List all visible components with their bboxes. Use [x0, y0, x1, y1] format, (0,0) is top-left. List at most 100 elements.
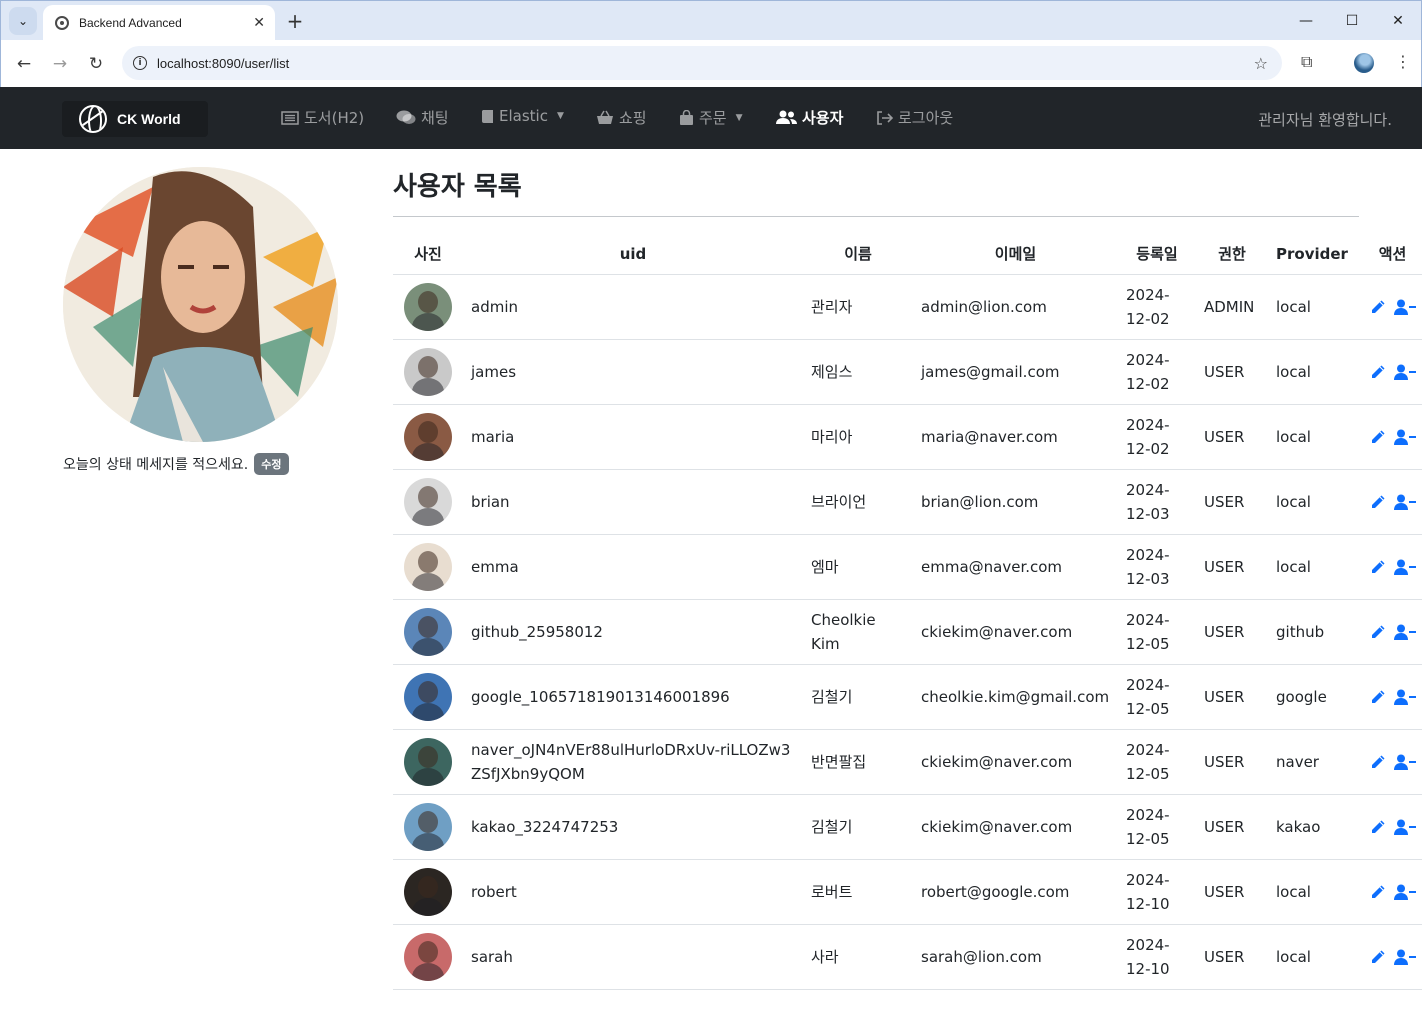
pencil-icon[interactable]	[1370, 949, 1386, 965]
uid-cell: emma	[463, 534, 803, 600]
photo-cell	[393, 794, 463, 860]
date-monthday: 12-10	[1126, 894, 1170, 913]
uid-cell: maria	[463, 404, 803, 470]
name-cell: 사라	[803, 924, 913, 990]
action-cell	[1356, 534, 1422, 600]
pencil-icon[interactable]	[1370, 494, 1386, 510]
email-cell: ckiekim@naver.com	[913, 599, 1118, 665]
tab-search-dropdown-icon[interactable]: ⌄	[9, 7, 37, 35]
action-cell	[1356, 469, 1422, 535]
user-minus-icon[interactable]	[1393, 754, 1416, 770]
nav-link-users[interactable]: 사용자	[776, 107, 843, 128]
photo-cell	[393, 664, 463, 730]
nav-link-logout-label: 로그아웃	[898, 109, 954, 127]
user-minus-icon[interactable]	[1393, 559, 1416, 575]
nav-link-elastic[interactable]: Elastic ▼	[481, 107, 564, 125]
nav-link-logout[interactable]: 로그아웃	[876, 107, 953, 128]
table-header-row: 사진 uid 이름 이메일 등록일 권한 Provider 액션	[393, 234, 1422, 275]
date-cell: 2024- 12-03	[1118, 469, 1196, 535]
minimize-icon[interactable]: —	[1291, 7, 1321, 35]
bookmark-star-icon[interactable]: ☆	[1254, 54, 1268, 73]
extensions-puzzle-icon[interactable]: ⧉	[1301, 52, 1312, 72]
email-cell: ckiekim@naver.com	[913, 794, 1118, 860]
url-text[interactable]: localhost:8090/user/list	[157, 56, 1254, 71]
pencil-icon[interactable]	[1370, 819, 1386, 835]
pencil-icon[interactable]	[1370, 624, 1386, 640]
nav-link-shopping-label: 쇼핑	[619, 109, 647, 127]
email-cell: admin@lion.com	[913, 274, 1118, 340]
users-table: 사진 uid 이름 이메일 등록일 권한 Provider 액션 admin 관리…	[393, 234, 1422, 990]
role-cell: USER	[1196, 794, 1268, 860]
name-cell: Cheolkie Kim	[803, 599, 913, 665]
avatar	[404, 672, 452, 721]
date-year: 2024-	[1126, 350, 1170, 369]
user-minus-icon[interactable]	[1393, 689, 1416, 705]
column-header: uid	[463, 234, 803, 275]
action-cell	[1356, 924, 1422, 990]
nav-link-orders[interactable]: 주문 ▼	[679, 107, 743, 128]
brand-link[interactable]: CK World	[62, 101, 208, 137]
window-close-icon[interactable]: ✕	[1383, 7, 1413, 35]
role-cell: USER	[1196, 404, 1268, 470]
nav-link-shopping[interactable]: 쇼핑	[596, 107, 647, 128]
pencil-icon[interactable]	[1370, 364, 1386, 380]
user-minus-icon[interactable]	[1393, 299, 1416, 315]
table-row: maria 마리아 maria@naver.com 2024- 12-02 USER loc…	[393, 404, 1422, 470]
forward-arrow-icon[interactable]: →	[46, 50, 74, 78]
column-header: 권한	[1196, 234, 1268, 275]
table-row: admin 관리자 admin@lion.com 2024- 12-02 ADMIN loc…	[393, 274, 1422, 340]
edit-status-badge[interactable]: 수정	[254, 453, 289, 475]
email-cell: cheolkie.kim@gmail.com	[913, 664, 1118, 730]
photo-cell	[393, 339, 463, 405]
tab-close-icon[interactable]: ✕	[253, 15, 265, 31]
nav-link-chat[interactable]: 채팅	[396, 107, 449, 128]
nav-link-books[interactable]: 도서(H2)	[281, 107, 364, 128]
profile-avatar-icon[interactable]	[1354, 53, 1374, 73]
role-cell: USER	[1196, 664, 1268, 730]
user-minus-icon[interactable]	[1393, 819, 1416, 835]
reload-icon[interactable]: ↻	[82, 50, 110, 78]
role-cell: USER	[1196, 599, 1268, 665]
uid-cell: kakao_3224747253	[463, 794, 803, 860]
photo-cell	[393, 534, 463, 600]
user-minus-icon[interactable]	[1393, 364, 1416, 380]
site-info-icon[interactable]: i	[133, 56, 147, 70]
avatar	[404, 347, 452, 396]
logout-icon	[877, 110, 893, 125]
pencil-icon[interactable]	[1370, 299, 1386, 315]
pencil-icon[interactable]	[1370, 884, 1386, 900]
avatar	[404, 477, 452, 526]
role-cell: USER	[1196, 339, 1268, 405]
user-minus-icon[interactable]	[1393, 624, 1416, 640]
avatar	[404, 802, 452, 851]
pencil-icon[interactable]	[1370, 429, 1386, 445]
email-cell: maria@naver.com	[913, 404, 1118, 470]
browser-menu-icon[interactable]: ⋮	[1395, 52, 1411, 71]
user-minus-icon[interactable]	[1393, 429, 1416, 445]
browser-tab-strip: ⌄ Backend Advanced ✕ + — ☐ ✕	[0, 0, 1422, 41]
date-cell: 2024- 12-10	[1118, 924, 1196, 990]
address-bar[interactable]: i localhost:8090/user/list ☆	[122, 46, 1282, 80]
avatar	[404, 282, 452, 331]
date-year: 2024-	[1126, 870, 1170, 889]
back-arrow-icon[interactable]: ←	[10, 50, 38, 78]
table-row: emma 엠마 emma@naver.com 2024- 12-03 USER local	[393, 534, 1422, 600]
uid-cell: robert	[463, 859, 803, 925]
column-header: 사진	[393, 234, 463, 275]
date-cell: 2024- 12-05	[1118, 794, 1196, 860]
browser-tab[interactable]: Backend Advanced ✕	[43, 5, 275, 41]
maximize-icon[interactable]: ☐	[1337, 7, 1367, 35]
user-minus-icon[interactable]	[1393, 884, 1416, 900]
table-row: robert 로버트 robert@google.com 2024- 12-10 USER…	[393, 859, 1422, 925]
pencil-icon[interactable]	[1370, 689, 1386, 705]
new-tab-plus-icon[interactable]: +	[283, 9, 307, 33]
user-minus-icon[interactable]	[1393, 494, 1416, 510]
user-minus-icon[interactable]	[1393, 949, 1416, 965]
pencil-icon[interactable]	[1370, 754, 1386, 770]
photo-cell	[393, 274, 463, 340]
provider-cell: local	[1268, 924, 1356, 990]
provider-cell: local	[1268, 859, 1356, 925]
pencil-icon[interactable]	[1370, 559, 1386, 575]
uid-cell: sarah	[463, 924, 803, 990]
photo-cell	[393, 729, 463, 795]
